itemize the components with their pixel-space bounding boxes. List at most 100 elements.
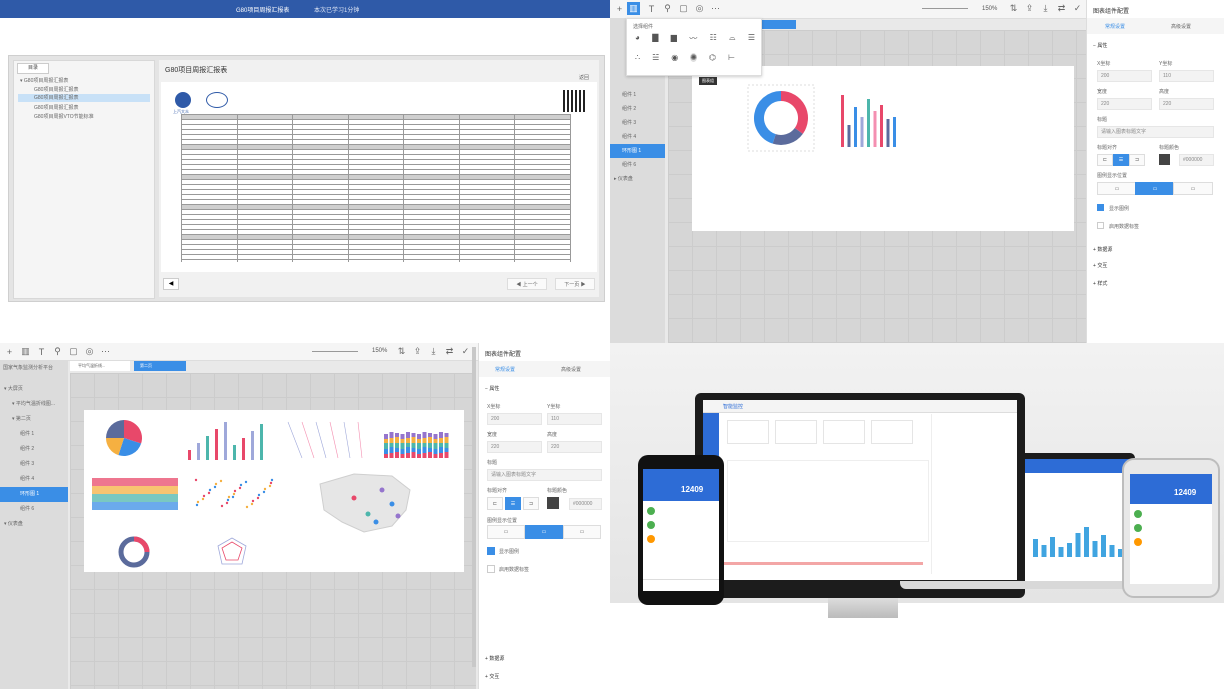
y-input[interactable]: 110 [1159, 70, 1214, 82]
tab-advanced[interactable]: 高级设置 [1171, 23, 1191, 30]
dashboard-charts[interactable] [92, 414, 452, 570]
legend-center-button[interactable]: ▭ [525, 525, 563, 539]
align-left-icon[interactable]: ⊏ [1097, 154, 1113, 166]
tree-item-2-selected[interactable]: G80项目周报汇报表 [18, 94, 150, 102]
tree-root[interactable]: ▾ G80项目周报汇报表 [20, 77, 68, 84]
color-swatch[interactable] [1159, 154, 1170, 165]
legend-left-button[interactable]: ▭ [1097, 182, 1137, 195]
tree-item-4[interactable]: G80项目周报VTO节能标准 [34, 113, 94, 120]
text-icon[interactable]: T [36, 346, 47, 357]
tab-general[interactable]: 常规设置 [495, 366, 515, 373]
video-icon[interactable]: ◎ [694, 3, 705, 14]
radar-chart-icon[interactable]: ✺ [690, 53, 697, 62]
legend-right-button[interactable]: ▭ [1173, 182, 1213, 195]
ring-chart-icon[interactable]: ◉ [671, 53, 678, 62]
chart-insert-icon[interactable]: ▥ [20, 346, 31, 357]
legend-center-button[interactable]: ▭ [1135, 182, 1175, 195]
tree-item[interactable]: ▾ 平均气温折线图... [0, 397, 68, 412]
sort-icon[interactable]: ⇅ [396, 346, 407, 357]
share-icon[interactable]: ⇄ [1056, 3, 1067, 14]
section-datasource[interactable]: + 数据源 [485, 655, 504, 662]
section-attributes[interactable]: − 属性 [1093, 42, 1107, 49]
height-input[interactable]: 220 [547, 441, 602, 453]
list-chart-icon[interactable]: ☱ [652, 53, 659, 62]
width-input[interactable]: 220 [487, 441, 542, 453]
canvas-scrollbar[interactable] [472, 347, 476, 667]
align-center-icon[interactable]: ☰ [505, 497, 521, 510]
upload-icon[interactable]: ⇪ [412, 346, 423, 357]
x-input[interactable]: 200 [1097, 70, 1152, 82]
chart-insert-icon[interactable]: ▥ [627, 2, 640, 15]
align-right-icon[interactable]: ⊐ [1129, 154, 1145, 166]
next-button[interactable]: 下一页 ▶ [555, 278, 595, 290]
width-input[interactable]: 220 [1097, 98, 1152, 110]
bar-chart[interactable] [837, 91, 907, 151]
pie-chart-icon[interactable]: ◕ [635, 33, 640, 44]
tree-item[interactable]: 组件 4 [0, 472, 68, 487]
add-icon[interactable]: + [4, 346, 15, 357]
line-chart-icon[interactable]: 〰 [689, 33, 697, 44]
section-attributes[interactable]: − 属性 [485, 385, 499, 392]
tab-general[interactable]: 常规设置 [1105, 23, 1125, 30]
download-icon[interactable]: ⤓ [428, 346, 439, 357]
color-input[interactable]: #000000 [1179, 154, 1214, 166]
layer-item[interactable]: 环形图 1 [610, 144, 665, 158]
legend-left-button[interactable]: ▭ [487, 525, 525, 539]
tree-item[interactable]: ▾ 第二页 [0, 412, 68, 427]
tab-page-1[interactable]: 平均气温折线... [70, 361, 130, 371]
more-icon[interactable]: ⋯ [710, 3, 721, 14]
color-input[interactable]: #000000 [569, 498, 602, 510]
video-icon[interactable]: ◎ [84, 346, 95, 357]
layer-group[interactable]: ▸ 仪表盘 [610, 172, 665, 186]
tree-item-3[interactable]: G80项目周报汇报表 [34, 104, 78, 111]
text-icon[interactable]: T [646, 3, 657, 14]
y-input[interactable]: 110 [547, 413, 602, 425]
tab-advanced[interactable]: 高级设置 [561, 366, 581, 373]
column-chart-icon[interactable]: ▆ [671, 33, 677, 44]
legend-checkbox[interactable] [1097, 204, 1104, 211]
layer-item[interactable]: 组件 4 [610, 130, 665, 144]
tree-item[interactable]: ▾ 大屏页 [0, 382, 68, 397]
layer-item[interactable]: 组件 1 [610, 88, 665, 102]
section-interaction[interactable]: + 交互 [1093, 262, 1107, 269]
upload-icon[interactable]: ⇪ [1024, 3, 1035, 14]
section-interaction[interactable]: + 交互 [485, 673, 499, 680]
zoom-slider[interactable] [922, 8, 968, 9]
donut-chart[interactable] [742, 84, 822, 152]
label-checkbox[interactable] [487, 565, 495, 573]
layer-item[interactable]: 组件 2 [610, 102, 665, 116]
hbar-chart-icon[interactable]: ☰ [748, 33, 755, 44]
download-icon[interactable]: ⤓ [1040, 3, 1051, 14]
align-left-icon[interactable]: ⊏ [487, 497, 503, 510]
bar-chart-icon[interactable]: ▇ [652, 33, 658, 44]
more-icon[interactable]: ⋯ [100, 346, 111, 357]
section-style[interactable]: + 样式 [1093, 280, 1107, 287]
table-chart-icon[interactable]: ☷ [710, 33, 717, 44]
color-swatch[interactable] [547, 497, 559, 509]
zoom-slider[interactable] [312, 351, 358, 352]
x-input[interactable]: 200 [487, 413, 542, 425]
tree-item-1[interactable]: G80项目周报汇报表 [34, 86, 78, 93]
legend-right-button[interactable]: ▭ [563, 525, 601, 539]
link-icon[interactable]: ⚲ [662, 3, 673, 14]
confirm-icon[interactable]: ✓ [460, 346, 471, 357]
return-link[interactable]: 返回 [579, 74, 589, 81]
layer-item[interactable]: 组件 3 [610, 116, 665, 130]
image-icon[interactable]: ▢ [68, 346, 79, 357]
title-input[interactable]: 请输入图表标题文字 [487, 469, 602, 481]
gauge-chart-icon[interactable]: ⌬ [709, 53, 716, 62]
audio-icon[interactable]: ◀ [163, 278, 179, 290]
tree-item[interactable]: 环形图 1 [0, 487, 68, 502]
share-icon[interactable]: ⇄ [444, 346, 455, 357]
prev-button[interactable]: ◀ 上一个 [507, 278, 547, 290]
tree-item[interactable]: 组件 6 [0, 502, 68, 517]
confirm-icon[interactable]: ✓ [1072, 3, 1083, 14]
area-chart-icon[interactable]: ⌓ [729, 33, 735, 44]
tree-item[interactable]: 组件 3 [0, 457, 68, 472]
align-right-icon[interactable]: ⊐ [523, 497, 539, 510]
tree-item[interactable]: 组件 1 [0, 427, 68, 442]
height-input[interactable]: 220 [1159, 98, 1214, 110]
align-center-icon[interactable]: ☰ [1113, 154, 1129, 166]
layer-item[interactable]: 组件 6 [610, 158, 665, 172]
legend-checkbox[interactable] [487, 547, 495, 555]
